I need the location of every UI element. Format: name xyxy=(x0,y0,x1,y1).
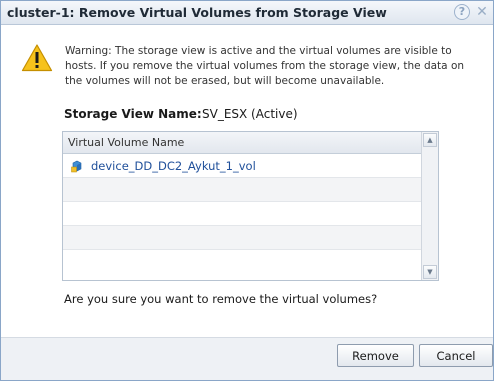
remove-volumes-dialog: cluster-1: Remove Virtual Volumes from S… xyxy=(0,0,494,381)
warning-triangle-icon xyxy=(21,44,53,72)
table-scrollbar[interactable]: ▲ ▼ xyxy=(421,132,438,280)
remove-button[interactable]: Remove xyxy=(337,344,414,367)
storage-view-name-label: Storage View Name: xyxy=(64,107,202,121)
storage-view-name-value: SV_ESX (Active) xyxy=(202,107,298,121)
table-row xyxy=(63,250,421,274)
dialog-title: cluster-1: Remove Virtual Volumes from S… xyxy=(7,5,387,20)
scroll-down-arrow-icon[interactable]: ▼ xyxy=(423,265,437,279)
help-icon[interactable]: ? xyxy=(454,4,470,20)
cancel-button[interactable]: Cancel xyxy=(419,344,493,367)
virtual-volumes-table: Virtual Volume Name device_DD_DC2_Aykut_… xyxy=(62,131,439,281)
warning-message: Warning: The storage view is active and … xyxy=(65,45,465,87)
table-row xyxy=(63,202,421,226)
table-row xyxy=(63,178,421,202)
close-icon[interactable]: ✕ xyxy=(475,4,489,20)
scroll-up-arrow-icon[interactable]: ▲ xyxy=(423,133,437,147)
table-row xyxy=(63,226,421,250)
confirmation-question: Are you sure you want to remove the virt… xyxy=(64,292,378,306)
column-header-virtual-volume-name[interactable]: Virtual Volume Name xyxy=(63,132,421,154)
virtual-volume-icon xyxy=(71,160,82,173)
virtual-volume-name: device_DD_DC2_Aykut_1_vol xyxy=(91,159,256,173)
column-header-label: Virtual Volume Name xyxy=(68,136,185,149)
table-row[interactable]: device_DD_DC2_Aykut_1_vol xyxy=(63,154,421,178)
dialog-title-bar[interactable]: cluster-1: Remove Virtual Volumes from S… xyxy=(1,1,493,25)
